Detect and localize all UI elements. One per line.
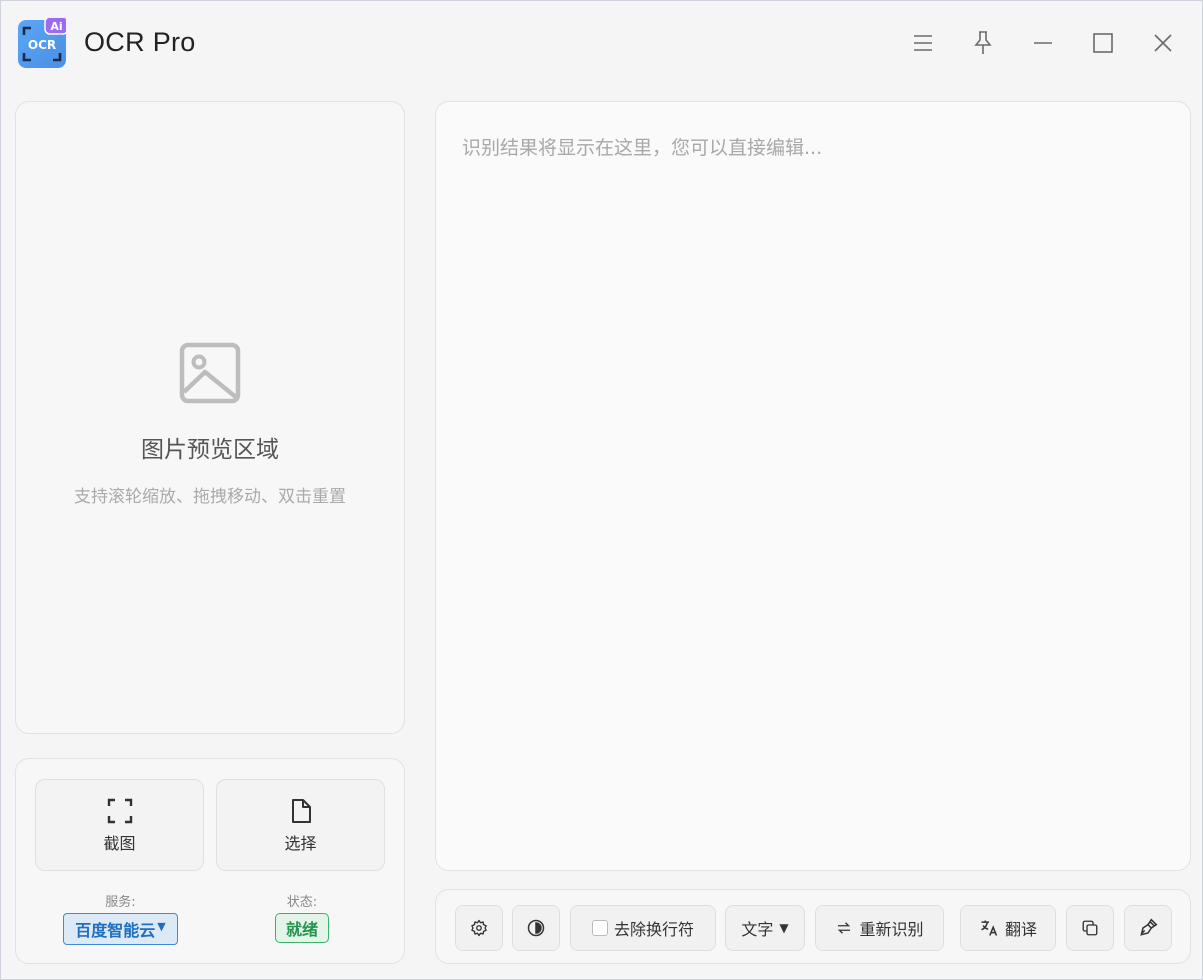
select-file-label: 选择 <box>284 834 317 853</box>
file-icon <box>291 799 311 823</box>
service-value: 百度智能云 <box>75 921 156 940</box>
maximize-icon <box>1093 33 1113 53</box>
refresh-icon <box>838 922 851 934</box>
minimize-button[interactable] <box>1023 23 1063 63</box>
screenshot-icon <box>107 798 132 824</box>
image-icon <box>179 342 241 404</box>
mode-value: 文字 <box>741 920 774 939</box>
recognition-mode-select[interactable]: 文字 ▼ <box>725 905 805 951</box>
settings-button[interactable] <box>455 905 503 951</box>
chevron-down-icon: ▼ <box>157 919 166 933</box>
contrast-icon <box>527 919 545 937</box>
service-label: 服务: <box>105 895 136 910</box>
close-icon <box>1154 34 1172 52</box>
service-select[interactable]: 百度智能云 ▼ <box>63 913 178 945</box>
bottom-toolbar: 去除换行符 文字 ▼ 重新识别 翻译 <box>435 889 1191 964</box>
app-logo: OCR Ai <box>18 16 69 68</box>
app-title: OCR Pro <box>84 27 196 57</box>
menu-icon <box>914 35 932 51</box>
logo-text: OCR <box>28 38 56 52</box>
app-window: OCR Ai OCR Pro 图片预览区域 支持滚轮缩放、拖拽移动、双击重置 截… <box>0 0 1203 980</box>
status-badge: 就绪 <box>275 913 329 943</box>
screenshot-label: 截图 <box>103 834 136 853</box>
status-label: 状态: <box>286 895 318 910</box>
preview-title: 图片预览区域 <box>141 437 279 463</box>
copy-button[interactable] <box>1066 905 1114 951</box>
preview-placeholder: 图片预览区域 支持滚轮缩放、拖拽移动、双击重置 <box>16 342 404 507</box>
close-button[interactable] <box>1143 23 1183 63</box>
translate-label: 翻译 <box>1004 920 1037 939</box>
result-textarea[interactable] <box>437 103 1189 869</box>
brush-icon <box>1140 918 1158 936</box>
image-preview-area[interactable]: 图片预览区域 支持滚轮缩放、拖拽移动、双击重置 <box>15 101 405 734</box>
clear-button[interactable] <box>1124 905 1172 951</box>
translate-icon <box>981 920 998 936</box>
translate-button[interactable]: 翻译 <box>960 905 1056 951</box>
screenshot-button[interactable]: 截图 <box>35 779 204 871</box>
title-bar: OCR Ai OCR Pro <box>1 1 1202 87</box>
maximize-button[interactable] <box>1083 23 1123 63</box>
pin-icon <box>974 31 992 54</box>
select-file-button[interactable]: 选择 <box>216 779 385 871</box>
theme-toggle-button[interactable] <box>512 905 560 951</box>
preview-hint: 支持滚轮缩放、拖拽移动、双击重置 <box>74 487 346 507</box>
reocr-button[interactable]: 重新识别 <box>815 905 944 951</box>
pin-button[interactable] <box>963 23 1003 63</box>
remove-linebreak-label: 去除换行符 <box>613 920 694 939</box>
copy-icon <box>1082 920 1098 936</box>
remove-linebreak-toggle[interactable]: 去除换行符 <box>570 905 716 951</box>
reocr-label: 重新识别 <box>859 920 924 939</box>
chevron-down-icon: ▼ <box>779 921 789 935</box>
logo-badge: Ai <box>50 20 62 33</box>
control-panel: 截图 选择 服务: 百度智能云 ▼ 状态: 就绪 <box>15 758 405 964</box>
gear-icon <box>471 919 487 937</box>
remove-linebreak-checkbox[interactable] <box>591 920 608 936</box>
result-panel <box>435 101 1191 871</box>
menu-button[interactable] <box>903 23 943 63</box>
minimize-icon <box>1034 42 1052 44</box>
